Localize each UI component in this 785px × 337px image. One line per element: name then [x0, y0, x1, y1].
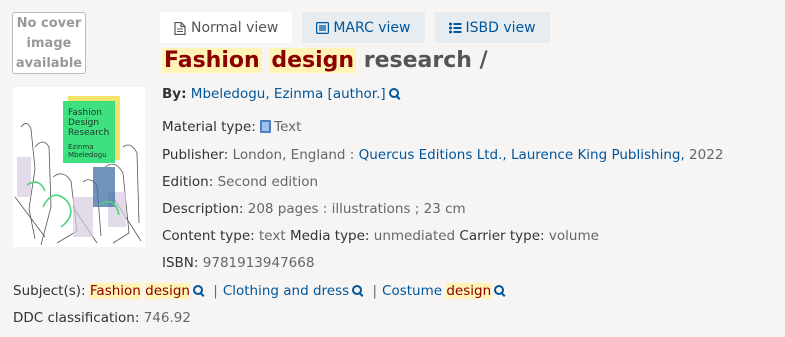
- tab-normal-view[interactable]: Normal view: [160, 12, 293, 43]
- no-cover-text: image: [26, 36, 72, 51]
- search-icon[interactable]: [494, 285, 505, 296]
- material-type-row: Material type: Text: [162, 119, 301, 135]
- edition-label: Edition:: [162, 174, 214, 190]
- isbn-value: 9781913947668: [202, 255, 315, 271]
- cover-title-text: Design: [68, 118, 100, 128]
- cover-image[interactable]: Fashion Design Research Ezinma Mbeledogu: [13, 87, 145, 247]
- content-type-row: Content type: text Media type: unmediate…: [162, 228, 599, 244]
- search-icon[interactable]: [388, 88, 400, 99]
- cover-author-text: Mbeledogu: [68, 151, 107, 159]
- media-type-label: Media type:: [289, 228, 370, 244]
- tab-label: MARC view: [333, 19, 411, 36]
- carrier-type-label: Carrier type:: [459, 228, 545, 244]
- edition-value: Second edition: [217, 174, 319, 190]
- publisher-link[interactable]: Quercus Editions Ltd.,: [359, 147, 507, 163]
- subject-link-clothing-and-dress[interactable]: Clothing and dress: [223, 283, 349, 299]
- title-highlight: design: [269, 48, 357, 73]
- search-icon[interactable]: [192, 285, 204, 296]
- no-cover-placeholder: No cover image available: [12, 12, 86, 74]
- subject-text: Costume: [382, 283, 443, 299]
- publisher-place: London, England :: [232, 147, 355, 163]
- tab-label: ISBD view: [465, 19, 536, 36]
- ddc-row: DDC classification: 746.92: [13, 310, 191, 326]
- ddc-label: DDC classification:: [13, 310, 140, 326]
- subject-link-costume-design[interactable]: Costume design: [382, 283, 492, 299]
- subject-highlight: design: [446, 283, 492, 299]
- tab-marc-view[interactable]: MARC view: [302, 12, 425, 43]
- subjects-label: Subject(s):: [13, 283, 86, 299]
- subject-highlight: Fashion: [89, 283, 141, 299]
- publisher-year: 2022: [689, 147, 724, 163]
- media-type-value: unmediated: [373, 228, 456, 244]
- material-type-label: Material type:: [162, 119, 256, 135]
- publisher-link[interactable]: Laurence King Publishing,: [511, 147, 685, 163]
- isbn-label: ISBN:: [162, 255, 199, 271]
- no-cover-text: No cover: [16, 16, 82, 31]
- view-tabs: Normal view MARC view ISBD view: [160, 12, 550, 43]
- record-title: Fashion design research /: [162, 48, 488, 73]
- separator: |: [372, 283, 378, 299]
- carrier-type-value: volume: [548, 228, 599, 244]
- author-label: By:: [162, 86, 187, 102]
- separator: |: [213, 283, 218, 299]
- cover-title-text: Research: [68, 128, 110, 138]
- description-row: Description: 208 pages : illustrations ;…: [162, 201, 466, 217]
- tab-label: Normal view: [191, 19, 279, 36]
- subject-link-fashion-design[interactable]: Fashion design: [89, 283, 190, 299]
- publisher-label: Publisher:: [162, 147, 229, 163]
- book-icon: [260, 120, 272, 133]
- edition-row: Edition: Second edition: [162, 174, 318, 190]
- author-link[interactable]: Mbeledogu, Ezinma [author.]: [191, 86, 386, 102]
- publisher-row: Publisher: London, England : Quercus Edi…: [162, 147, 723, 163]
- title-rest: research /: [363, 48, 488, 73]
- description-value: 208 pages : illustrations ; 23 cm: [247, 201, 466, 217]
- no-cover-text: available: [15, 56, 83, 71]
- isbn-row: ISBN: 9781913947668: [162, 255, 314, 271]
- list-icon: [448, 22, 461, 34]
- cover-title-text: Fashion: [68, 108, 102, 118]
- title-highlight: Fashion: [162, 48, 262, 73]
- document-icon: [174, 21, 186, 35]
- subjects-row: Subject(s): Fashion design | Clothing and…: [13, 283, 505, 299]
- ddc-value: 746.92: [143, 310, 191, 326]
- subject-highlight: design: [145, 283, 190, 299]
- cover-author-text: Ezinma: [68, 143, 94, 151]
- content-type-value: text: [258, 228, 286, 244]
- tab-isbd-view[interactable]: ISBD view: [434, 12, 550, 43]
- list-box-icon: [316, 21, 330, 34]
- author-row: By: Mbeledogu, Ezinma [author.]: [162, 86, 400, 102]
- search-icon[interactable]: [352, 285, 363, 296]
- description-label: Description:: [162, 201, 244, 217]
- content-type-label: Content type:: [162, 228, 255, 244]
- material-type-value: Text: [274, 119, 302, 135]
